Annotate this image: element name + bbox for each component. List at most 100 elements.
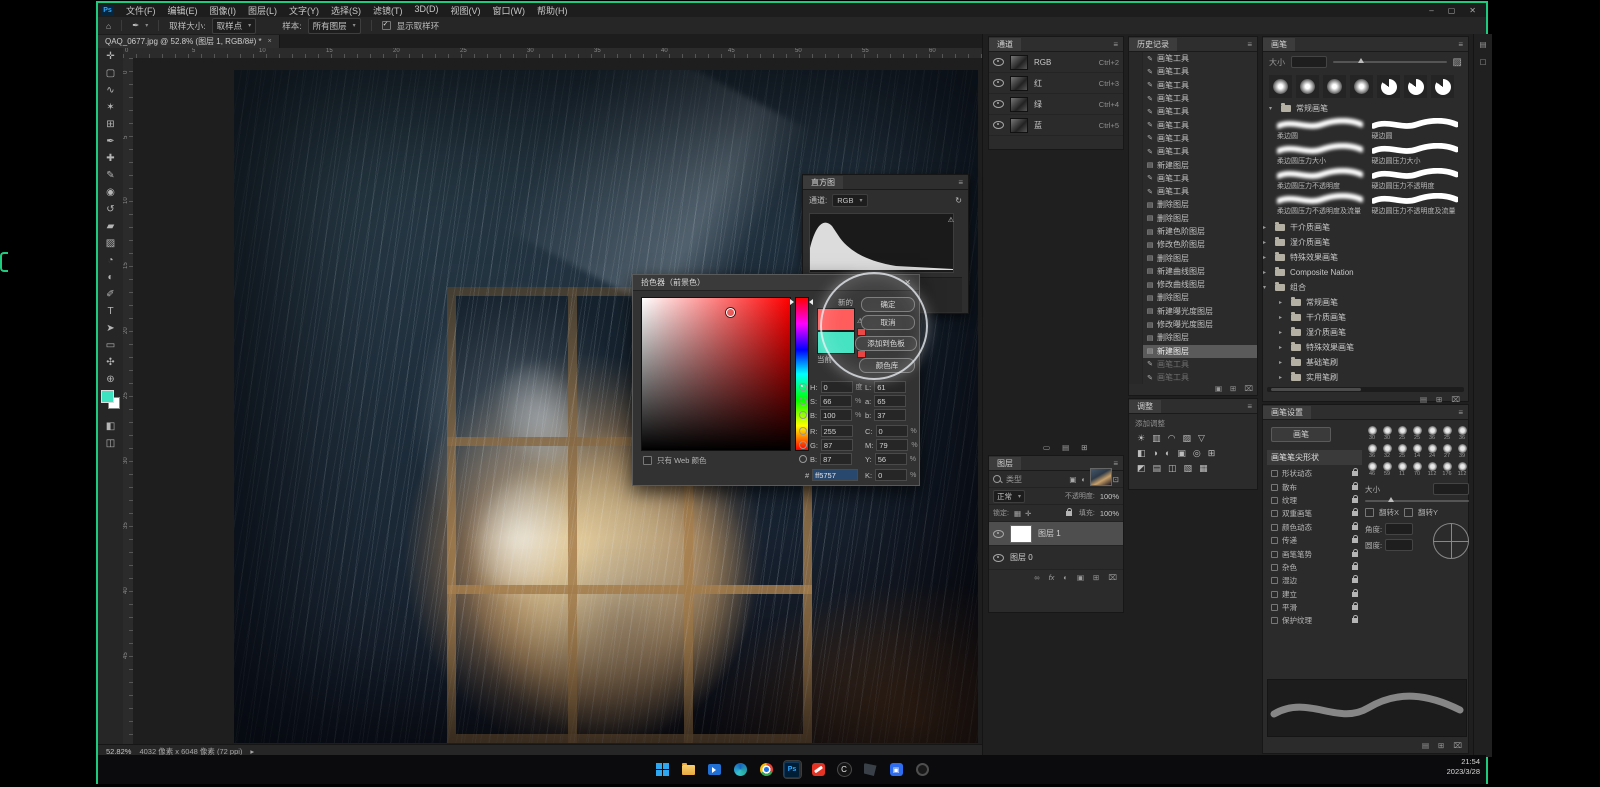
panel-menu-icon[interactable]: ≡: [1458, 408, 1468, 417]
panel-menu-icon[interactable]: ≡: [1458, 40, 1468, 49]
cached-data-warning-icon[interactable]: ⚠: [948, 216, 954, 224]
history-entry[interactable]: 删除图层: [1129, 331, 1257, 344]
panel-menu-icon[interactable]: ≡: [1113, 459, 1123, 468]
visibility-eye-icon[interactable]: [993, 530, 1004, 538]
lab-b-field[interactable]: 37: [874, 409, 906, 421]
h-field[interactable]: 0: [821, 381, 853, 393]
taskbar-icon[interactable]: ▣: [888, 761, 905, 778]
a-field[interactable]: 65: [874, 395, 906, 407]
r-field[interactable]: 255: [821, 425, 853, 437]
tab-brush-settings[interactable]: 画笔设置: [1263, 406, 1311, 419]
brush-size-field[interactable]: [1291, 56, 1327, 68]
tool-button[interactable]: ↺: [98, 201, 123, 218]
brush-tip-cell[interactable]: 39: [1455, 443, 1469, 460]
brush-tip-cell[interactable]: 25: [1395, 443, 1409, 460]
brush-size-slider[interactable]: [1333, 61, 1447, 63]
adjustment-icon[interactable]: ⊞: [1208, 448, 1216, 459]
brush-tip-cell[interactable]: 14: [1410, 443, 1424, 460]
adjustment-icon[interactable]: ☀: [1137, 433, 1145, 444]
brush-option-row[interactable]: 散布: [1267, 480, 1362, 493]
home-icon[interactable]: ⌂: [106, 21, 111, 31]
layers-footer-icon[interactable]: ⊞: [1093, 573, 1099, 582]
history-source-checkbox[interactable]: [1129, 52, 1143, 65]
menu-item[interactable]: 帮助(H): [531, 4, 574, 17]
taskbar-icon[interactable]: Ps: [784, 761, 801, 778]
adjustment-icon[interactable]: ◧: [1137, 448, 1146, 459]
history-entry[interactable]: 画笔工具: [1129, 65, 1257, 78]
taskbar-icon[interactable]: [810, 761, 827, 778]
brush-option-checkbox[interactable]: [1271, 484, 1278, 491]
tab-brushes[interactable]: 画笔: [1263, 38, 1295, 51]
refresh-icon[interactable]: ↻: [955, 196, 962, 205]
size-field[interactable]: [1433, 483, 1469, 495]
recent-brush[interactable]: [1350, 75, 1373, 98]
tab-adjustments[interactable]: 调整: [1129, 400, 1161, 413]
brush-preset[interactable]: 柔边圆压力不透明度及流量: [1277, 193, 1366, 216]
brush-option-row[interactable]: 杂色: [1267, 561, 1362, 574]
history-entry[interactable]: 新建曝光度图层: [1129, 305, 1257, 318]
history-entry[interactable]: 修改色阶图层: [1129, 238, 1257, 251]
tool-button[interactable]: ⊕: [98, 371, 123, 388]
brush-option-row[interactable]: 湿边: [1267, 574, 1362, 587]
layers-footer-icon[interactable]: ∞: [1034, 573, 1039, 582]
brush-preset[interactable]: 柔边圆: [1277, 118, 1366, 141]
l-field[interactable]: 61: [874, 381, 906, 393]
history-entry[interactable]: 画笔工具: [1129, 79, 1257, 92]
layers-footer-icon[interactable]: fx: [1049, 573, 1055, 582]
saturation-brightness-field[interactable]: [641, 297, 791, 451]
history-source-checkbox[interactable]: [1129, 371, 1143, 384]
recent-brush[interactable]: [1404, 75, 1427, 98]
horizontal-scrollbar[interactable]: [1267, 387, 1464, 392]
channel-row[interactable]: 绿 Ctrl+4: [989, 94, 1123, 115]
menu-item[interactable]: 文字(Y): [283, 4, 325, 17]
brush-option-checkbox[interactable]: [1271, 564, 1278, 571]
brush-option-checkbox[interactable]: [1271, 604, 1278, 611]
recent-brush[interactable]: [1323, 75, 1346, 98]
taskbar-icon[interactable]: [732, 761, 749, 778]
brush-option-checkbox[interactable]: [1271, 537, 1278, 544]
layer-row[interactable]: 图层 1: [989, 522, 1123, 546]
tool-button[interactable]: ∿: [98, 82, 123, 99]
b-field[interactable]: 100: [820, 409, 852, 421]
history-source-checkbox[interactable]: [1129, 172, 1143, 185]
layers-footer-icon[interactable]: ⌧: [1108, 573, 1117, 582]
foreground-color-swatch[interactable]: [101, 390, 114, 403]
adjustment-icon[interactable]: ◫: [1168, 463, 1177, 474]
lock-icon[interactable]: [1352, 592, 1358, 597]
brush-option-checkbox[interactable]: [1271, 510, 1278, 517]
menu-item[interactable]: 图层(L): [242, 4, 283, 17]
taskbar-icon[interactable]: [654, 761, 671, 778]
brush-tip-cell[interactable]: 36: [1365, 443, 1379, 460]
collapsed-panel-icon[interactable]: ▭: [1043, 443, 1050, 452]
brush-settings-footer-icon[interactable]: ⊞: [1438, 741, 1444, 750]
tool-button[interactable]: ▨: [98, 235, 123, 252]
brush-tip-cell[interactable]: 25: [1410, 425, 1424, 442]
adjustment-icon[interactable]: ◐: [1165, 448, 1170, 459]
taskbar-icon[interactable]: [680, 761, 697, 778]
tool-button[interactable]: ▰: [98, 218, 123, 235]
menu-item[interactable]: 窗口(W): [487, 4, 532, 17]
brush-option-row[interactable]: 纹理: [1267, 494, 1362, 507]
lock-icon[interactable]: [1352, 511, 1358, 516]
brush-option-row[interactable]: 双重画笔: [1267, 507, 1362, 520]
brush-folder-row[interactable]: ▸ Composite Nation: [1263, 265, 1468, 280]
taskbar-icon[interactable]: [914, 761, 931, 778]
adjustment-icon[interactable]: ◩: [1137, 463, 1146, 474]
side-strip-icon[interactable]: ▢: [1479, 57, 1486, 66]
brush-tip-cell[interactable]: 59: [1380, 461, 1394, 478]
recent-brush[interactable]: [1377, 75, 1400, 98]
taskbar-icon[interactable]: C: [836, 761, 853, 778]
document-tab[interactable]: QAQ_0677.jpg @ 52.8% (图层 1, RGB/8#) * ×: [98, 35, 280, 48]
brush-option-checkbox[interactable]: [1271, 551, 1278, 558]
adjustment-icon[interactable]: ▽: [1198, 433, 1205, 444]
brush-option-row[interactable]: 保护纹理: [1267, 614, 1362, 627]
tool-button[interactable]: ▢: [98, 65, 123, 82]
brush-option-row[interactable]: 画笔笔势: [1267, 547, 1362, 560]
layer-filter-icon[interactable]: ▣: [1069, 475, 1076, 484]
history-source-checkbox[interactable]: [1129, 158, 1143, 171]
layer-filter-icon[interactable]: ⊡: [1113, 475, 1119, 484]
history-source-checkbox[interactable]: [1129, 212, 1143, 225]
hue-slider-marker[interactable]: [790, 299, 794, 305]
history-entry[interactable]: 新建色阶图层: [1129, 225, 1257, 238]
history-source-checkbox[interactable]: [1129, 238, 1143, 251]
